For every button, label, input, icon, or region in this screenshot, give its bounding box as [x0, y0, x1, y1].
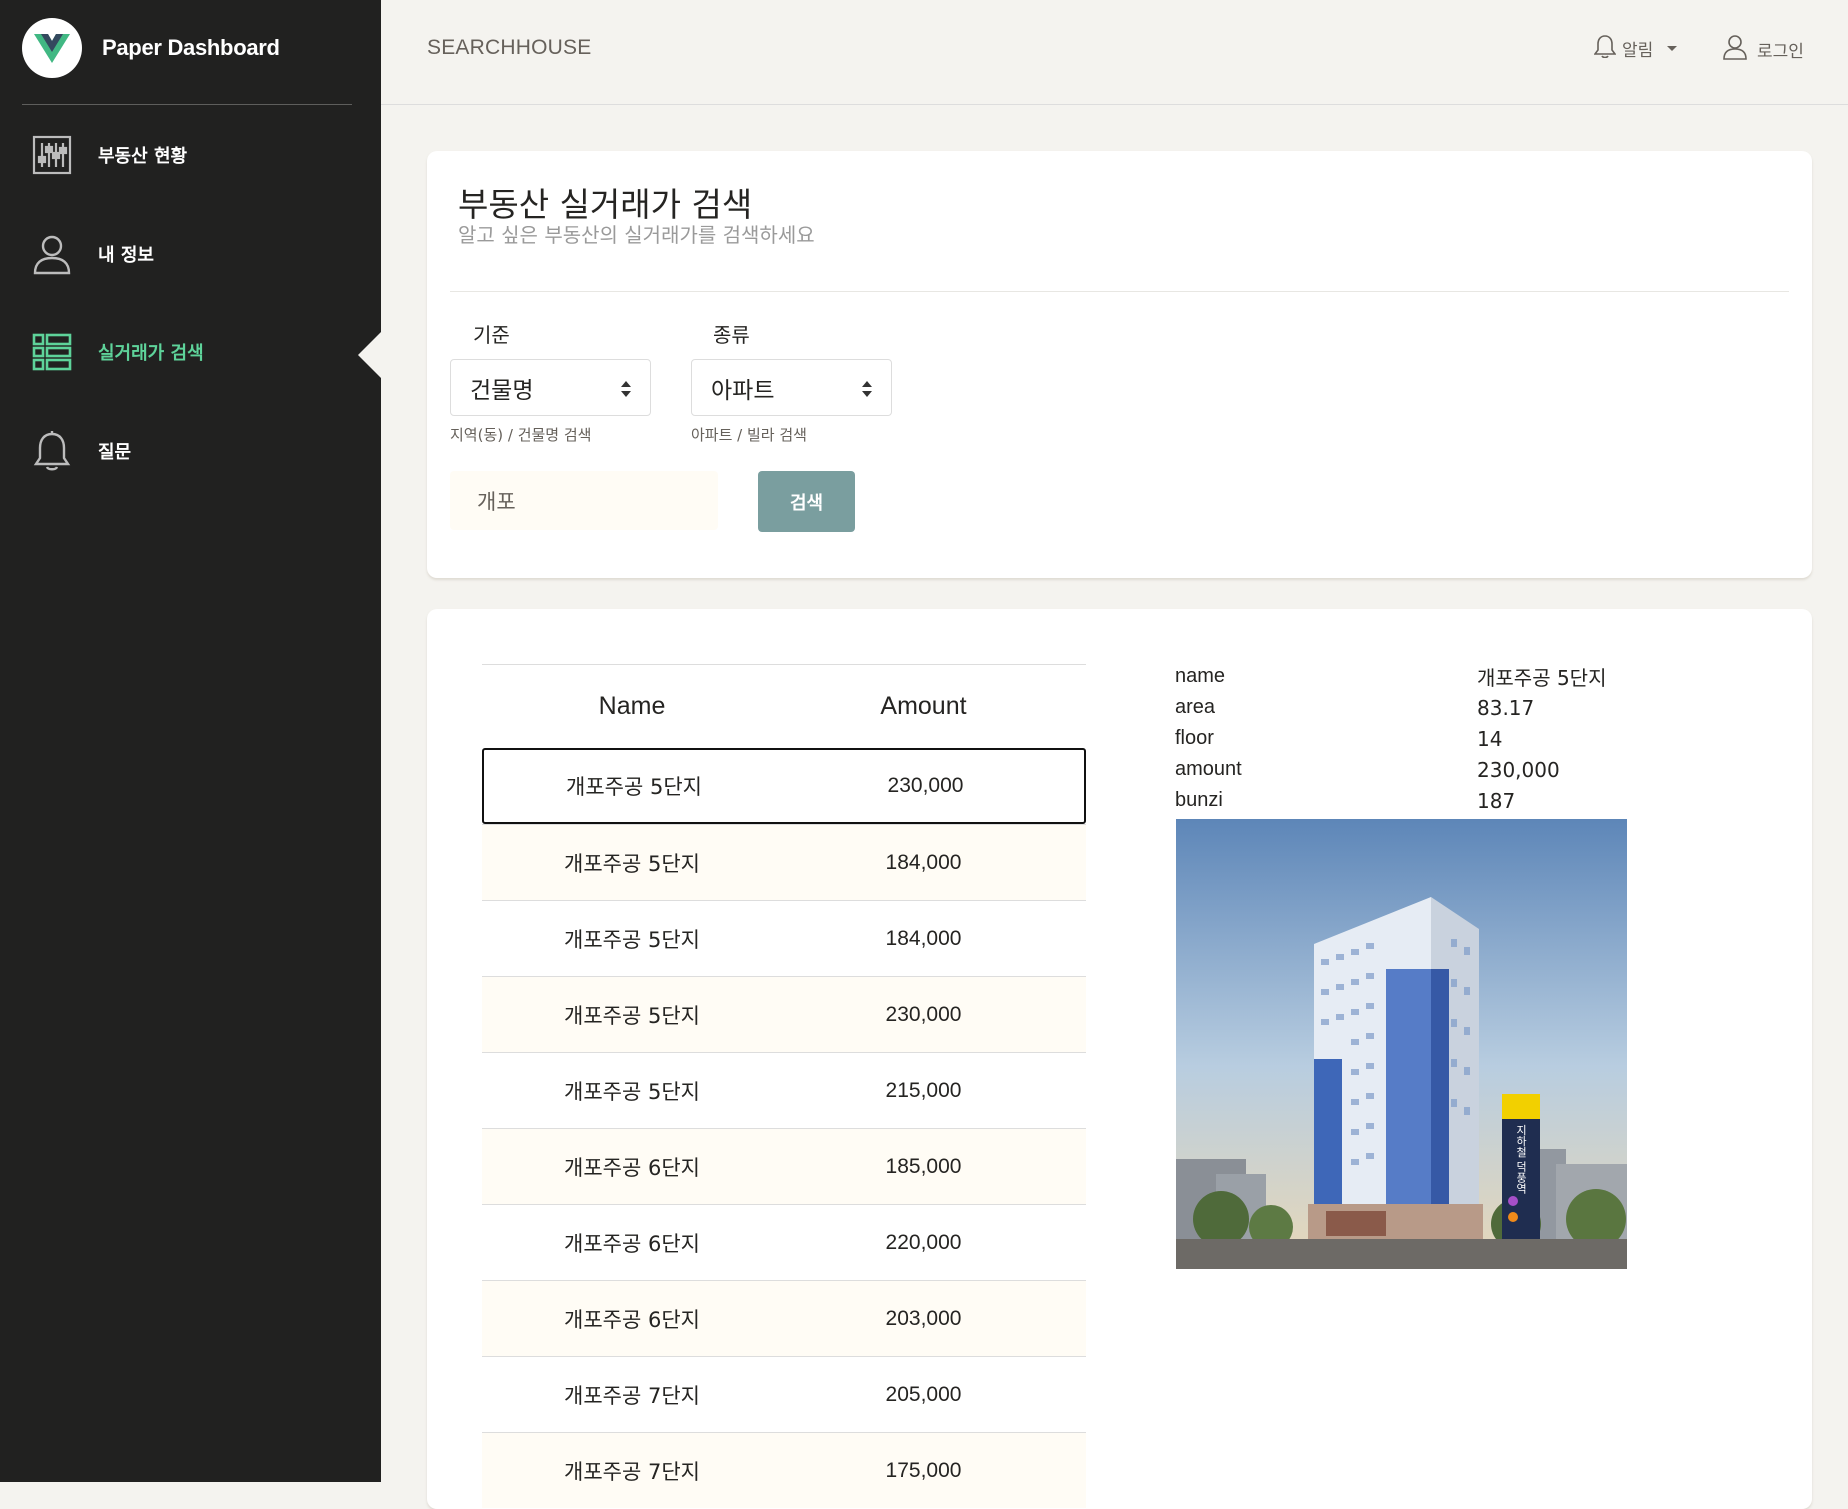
- cell-name: 개포주공 5단지: [564, 851, 700, 876]
- table-row[interactable]: 개포주공 5단지 184,000: [482, 900, 1086, 976]
- type-label: 종류: [713, 323, 750, 347]
- cell-name: 개포주공 5단지: [564, 1079, 700, 1104]
- active-indicator: [358, 331, 382, 379]
- sidebar-item-label: 질문: [98, 442, 132, 463]
- detail-value: 14: [1477, 726, 1503, 751]
- select-arrows-icon: [621, 381, 631, 397]
- search-input[interactable]: [450, 471, 718, 530]
- sign-text: 지하철 덕풍역: [1515, 1124, 1528, 1194]
- cell-name: 개포주공 5단지: [564, 1003, 700, 1028]
- detail-row: name 개포주공 5단지: [1175, 661, 1635, 692]
- results-table: Name Amount 개포주공 5단지 230,000 개포주공 5단지 18…: [482, 664, 1086, 1508]
- table-row[interactable]: 개포주공 6단지 203,000: [482, 1280, 1086, 1356]
- select-arrows-icon: [862, 381, 872, 397]
- card-divider: [450, 291, 1789, 292]
- navbar-brand[interactable]: SEARCHHOUSE: [427, 36, 591, 60]
- sidebar-divider: [22, 104, 352, 105]
- criteria-value: 건물명: [470, 377, 534, 404]
- cell-amount: 220,000: [885, 1230, 962, 1254]
- table-row[interactable]: 개포주공 5단지 230,000: [482, 748, 1086, 824]
- vue-logo-icon: [22, 18, 82, 78]
- detail-row: amount 230,000: [1175, 754, 1635, 785]
- cell-name: 개포주공 7단지: [564, 1459, 700, 1484]
- cell-name: 개포주공 6단지: [564, 1307, 700, 1332]
- cell-name: 개포주공 6단지: [564, 1231, 700, 1256]
- top-navbar: SEARCHHOUSE 알림 로그인: [381, 0, 1848, 105]
- sidebar: Paper Dashboard 부동산 현황 내 정보 실거래가 검색 질문: [0, 0, 382, 1482]
- alarm-label: 알림: [1622, 41, 1654, 61]
- cell-amount: 230,000: [885, 1002, 962, 1026]
- cell-name: 개포주공 7단지: [564, 1383, 700, 1408]
- list-icon: [30, 330, 74, 374]
- table-row[interactable]: 개포주공 7단지 205,000: [482, 1356, 1086, 1432]
- column-header-amount[interactable]: Amount: [782, 692, 1065, 721]
- brand-name: Paper Dashboard: [102, 35, 280, 60]
- cell-amount: 184,000: [885, 926, 962, 950]
- cell-amount: 203,000: [885, 1306, 962, 1330]
- user-icon: [1723, 34, 1747, 65]
- table-row[interactable]: 개포주공 5단지 184,000: [482, 824, 1086, 900]
- login-link[interactable]: 로그인: [1723, 34, 1804, 65]
- table-header: Name Amount: [482, 664, 1086, 748]
- criteria-label: 기준: [473, 323, 510, 347]
- type-select[interactable]: 아파트: [691, 359, 892, 416]
- cell-amount: 184,000: [885, 850, 962, 874]
- cell-amount: 215,000: [885, 1078, 962, 1102]
- cell-amount: 175,000: [885, 1458, 962, 1482]
- cell-name: 개포주공 5단지: [566, 775, 702, 799]
- bell-icon: [1593, 34, 1617, 63]
- dashboard-sliders-icon: [30, 133, 74, 177]
- type-value: 아파트: [711, 377, 775, 404]
- sidebar-item-label: 실거래가 검색: [98, 343, 204, 364]
- detail-row: bunzi 187: [1175, 785, 1635, 816]
- logo[interactable]: Paper Dashboard: [22, 18, 280, 78]
- search-card: 부동산 실거래가 검색 알고 싶은 부동산의 실거래가를 검색하세요 기준 건물…: [427, 151, 1812, 578]
- login-label: 로그인: [1757, 42, 1804, 62]
- cell-name: 개포주공 6단지: [564, 1155, 700, 1180]
- card-subtitle: 알고 싶은 부동산의 실거래가를 검색하세요: [458, 223, 815, 247]
- detail-row: area 83.17: [1175, 692, 1635, 723]
- sidebar-item-my-info[interactable]: 내 정보: [30, 224, 350, 284]
- criteria-hint: 지역(동) / 건물명 검색: [450, 426, 592, 444]
- detail-panel: name 개포주공 5단지 area 83.17 floor 14 amount…: [1175, 661, 1635, 816]
- results-card: Name Amount 개포주공 5단지 230,000 개포주공 5단지 18…: [427, 609, 1812, 1509]
- bell-icon: [30, 429, 74, 473]
- cell-amount: 185,000: [885, 1154, 962, 1178]
- table-row[interactable]: 개포주공 5단지 230,000: [482, 976, 1086, 1052]
- detail-key: area: [1175, 696, 1216, 718]
- caret-down-icon: [1667, 46, 1678, 51]
- criteria-select[interactable]: 건물명: [450, 359, 651, 416]
- user-icon: [30, 232, 74, 276]
- column-header-name[interactable]: Name: [482, 692, 782, 721]
- table-row[interactable]: 개포주공 6단지 185,000: [482, 1128, 1086, 1204]
- type-hint: 아파트 / 빌라 검색: [691, 426, 807, 444]
- detail-value: 230,000: [1477, 757, 1560, 782]
- sidebar-item-price-search[interactable]: 실거래가 검색: [30, 322, 350, 382]
- building-image: 지하철 덕풍역: [1176, 819, 1627, 1269]
- detail-value: 개포주공 5단지: [1477, 666, 1607, 690]
- alarm-dropdown[interactable]: 알림: [1593, 34, 1678, 63]
- detail-key: bunzi: [1175, 789, 1223, 811]
- cell-amount: 230,000: [887, 774, 964, 797]
- detail-key: name: [1175, 665, 1226, 687]
- detail-value: 187: [1477, 788, 1516, 813]
- table-row[interactable]: 개포주공 5단지 215,000: [482, 1052, 1086, 1128]
- sidebar-item-label: 부동산 현황: [98, 146, 188, 167]
- detail-key: amount: [1175, 758, 1242, 780]
- detail-row: floor 14: [1175, 723, 1635, 754]
- detail-key: floor: [1175, 727, 1214, 749]
- table-row[interactable]: 개포주공 7단지 175,000: [482, 1432, 1086, 1508]
- sidebar-item-questions[interactable]: 질문: [30, 421, 350, 481]
- sidebar-item-label: 내 정보: [98, 245, 154, 266]
- detail-value: 83.17: [1477, 695, 1535, 720]
- table-row[interactable]: 개포주공 6단지 220,000: [482, 1204, 1086, 1280]
- sidebar-item-realestate-status[interactable]: 부동산 현황: [30, 125, 350, 185]
- search-button[interactable]: 검색: [758, 471, 855, 532]
- cell-name: 개포주공 5단지: [564, 927, 700, 952]
- cell-amount: 205,000: [885, 1382, 962, 1406]
